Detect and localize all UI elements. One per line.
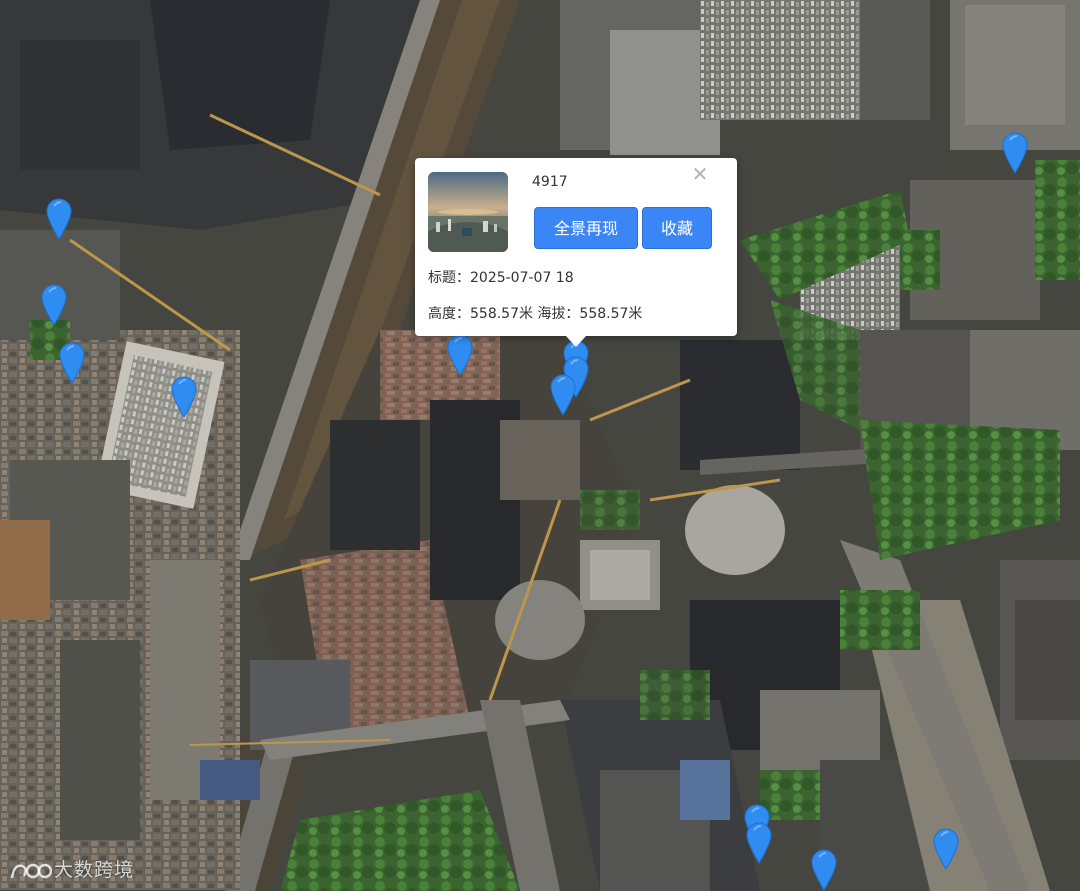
brand-watermark: 大数跨境 xyxy=(8,856,134,884)
map-marker-pin[interactable] xyxy=(746,822,772,864)
map-pin-icon xyxy=(746,822,772,864)
title-line: 标题：2025-07-07 18 xyxy=(428,270,574,286)
map-pin-icon xyxy=(933,828,959,870)
map-pin-icon xyxy=(59,342,85,384)
map-marker-pin[interactable] xyxy=(171,376,197,418)
map-marker-pin[interactable] xyxy=(41,284,67,326)
watermark-text: 大数跨境 xyxy=(54,859,135,881)
map-pin-icon xyxy=(447,334,473,376)
map-marker-pin[interactable] xyxy=(550,374,576,416)
map-marker-pin[interactable] xyxy=(811,849,837,891)
panorama-replay-button[interactable]: 全景再现 xyxy=(534,207,638,249)
marker-info-popup: ✕ 4917 全景再现 收藏 标题：2025-07-07 18 高度：558.5… xyxy=(415,158,737,347)
map-marker-pin[interactable] xyxy=(46,198,72,240)
map-marker-pin[interactable] xyxy=(933,828,959,870)
favorite-button[interactable]: 收藏 xyxy=(642,207,712,249)
satellite-map[interactable]: ✕ 4917 全景再现 收藏 标题：2025-07-07 18 高度：558.5… xyxy=(0,0,1080,891)
popup-pointer xyxy=(566,336,586,347)
map-pin-icon xyxy=(46,198,72,240)
popup-id-label: 4917 xyxy=(532,174,568,190)
map-pin-icon xyxy=(41,284,67,326)
map-marker-pin[interactable] xyxy=(1002,132,1028,174)
map-pin-icon xyxy=(550,374,576,416)
brand-logo-icon xyxy=(8,858,53,884)
map-pin-icon xyxy=(1002,132,1028,174)
panorama-thumbnail[interactable] xyxy=(428,172,508,252)
map-marker-pin[interactable] xyxy=(59,342,85,384)
map-pin-icon xyxy=(811,849,837,891)
map-marker-pin[interactable] xyxy=(447,334,473,376)
satellite-imagery xyxy=(0,0,1080,891)
map-pin-icon xyxy=(171,376,197,418)
height-altitude-line: 高度：558.57米 海拔：558.57米 xyxy=(428,306,643,322)
close-icon[interactable]: ✕ xyxy=(691,164,709,184)
